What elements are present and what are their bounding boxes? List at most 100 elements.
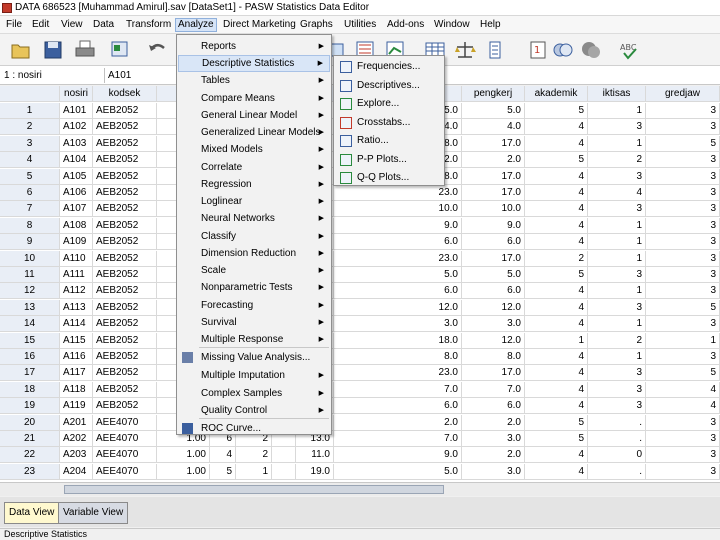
table-cell[interactable]: 17.0: [462, 168, 525, 185]
analyze-menu-item[interactable]: Forecasting ▶: [178, 297, 330, 314]
open-file-icon[interactable]: [10, 39, 32, 61]
column-header[interactable]: nosiri: [60, 86, 93, 102]
show-all-icon[interactable]: [580, 39, 602, 61]
table-cell[interactable]: 10.0: [462, 201, 525, 218]
analyze-menu-item[interactable]: Descriptive Statistics ▶: [178, 55, 330, 72]
table-cell[interactable]: 3: [646, 349, 720, 365]
table-cell[interactable]: AEB2052: [93, 267, 157, 283]
table-cell[interactable]: AEB2052: [93, 217, 157, 234]
table-cell[interactable]: 4: [646, 398, 720, 415]
table-cell[interactable]: 3: [646, 168, 720, 185]
row-header[interactable]: 2: [0, 119, 60, 136]
table-cell[interactable]: 3: [588, 267, 646, 283]
table-cell[interactable]: 4: [525, 349, 588, 365]
row-header[interactable]: 17: [0, 365, 60, 382]
row-header[interactable]: 22: [0, 447, 60, 464]
table-cell[interactable]: 3: [588, 168, 646, 185]
table-cell[interactable]: [272, 447, 296, 464]
table-cell[interactable]: 3.0: [462, 316, 525, 333]
table-cell[interactable]: 3: [646, 250, 720, 267]
table-cell[interactable]: 3: [588, 398, 646, 415]
row-header[interactable]: 13: [0, 299, 60, 316]
analyze-menu-item[interactable]: Multiple Response ▶: [178, 331, 330, 348]
value-labels-icon[interactable]: 1: [528, 39, 550, 61]
row-header[interactable]: 6: [0, 185, 60, 201]
menu-analyze[interactable]: Analyze: [175, 18, 217, 32]
table-cell[interactable]: 4.0: [462, 119, 525, 136]
table-cell[interactable]: 2: [588, 332, 646, 349]
table-cell[interactable]: 4: [525, 217, 588, 234]
analyze-menu-item[interactable]: Dimension Reduction ▶: [178, 245, 330, 262]
table-cell[interactable]: AEB2052: [93, 135, 157, 152]
table-cell[interactable]: AEB2052: [93, 234, 157, 251]
table-cell[interactable]: 5.0: [462, 267, 525, 283]
analyze-menu-item[interactable]: Scale ▶: [178, 262, 330, 279]
table-cell[interactable]: 6.0: [462, 283, 525, 300]
table-cell[interactable]: AEE4070: [93, 431, 157, 447]
table-cell[interactable]: 7.0: [334, 381, 462, 398]
table-cell[interactable]: 2.0: [334, 414, 462, 431]
table-cell[interactable]: 17.0: [462, 250, 525, 267]
table-cell[interactable]: .: [588, 414, 646, 431]
row-header[interactable]: 19: [0, 398, 60, 415]
menu-view[interactable]: View: [59, 18, 85, 32]
table-cell[interactable]: 17.0: [462, 185, 525, 201]
table-cell[interactable]: 3: [588, 365, 646, 382]
table-cell[interactable]: 3.0: [462, 431, 525, 447]
table-cell[interactable]: AEE4070: [93, 463, 157, 480]
table-cell[interactable]: AEB2052: [93, 398, 157, 415]
table-cell[interactable]: 12.0: [334, 299, 462, 316]
table-cell[interactable]: AEB2052: [93, 349, 157, 365]
table-cell[interactable]: 2.0: [462, 414, 525, 431]
table-cell[interactable]: 6.0: [334, 398, 462, 415]
table-cell[interactable]: A103: [60, 135, 93, 152]
table-cell[interactable]: AEB2052: [93, 168, 157, 185]
column-header[interactable]: gredjaw: [646, 86, 720, 102]
use-sets-icon[interactable]: [552, 39, 574, 61]
table-cell[interactable]: A112: [60, 283, 93, 300]
column-header[interactable]: kodsek: [93, 86, 157, 102]
table-cell[interactable]: 18.0: [334, 332, 462, 349]
dialog-recall-icon[interactable]: [110, 39, 132, 61]
table-cell[interactable]: AEB2052: [93, 283, 157, 300]
table-cell[interactable]: 11.0: [296, 447, 334, 464]
table-cell[interactable]: 4: [525, 201, 588, 218]
row-header[interactable]: 3: [0, 135, 60, 152]
analyze-menu-item[interactable]: Loglinear ▶: [178, 193, 330, 210]
table-cell[interactable]: 12.0: [462, 299, 525, 316]
table-cell[interactable]: 3: [588, 201, 646, 218]
row-header[interactable]: 11: [0, 267, 60, 283]
table-cell[interactable]: A203: [60, 447, 93, 464]
table-cell[interactable]: 4: [525, 447, 588, 464]
menu-add-ons[interactable]: Add-ons: [385, 18, 426, 32]
table-cell[interactable]: 5.0: [462, 103, 525, 119]
table-cell[interactable]: 4: [525, 185, 588, 201]
table-cell[interactable]: 3: [588, 381, 646, 398]
table-cell[interactable]: 5: [525, 431, 588, 447]
spell-check-icon[interactable]: ABC: [618, 39, 640, 61]
table-cell[interactable]: 1: [588, 316, 646, 333]
table-cell[interactable]: A102: [60, 119, 93, 136]
table-cell[interactable]: 4: [525, 398, 588, 415]
descriptive-submenu-item[interactable]: Q-Q Plots...: [335, 169, 443, 187]
row-header[interactable]: 12: [0, 283, 60, 300]
row-header[interactable]: 1: [0, 103, 60, 119]
table-cell[interactable]: 5: [646, 365, 720, 382]
table-cell[interactable]: 2: [236, 447, 272, 464]
table-cell[interactable]: 5.0: [334, 463, 462, 480]
save-icon[interactable]: [42, 39, 64, 61]
table-cell[interactable]: A106: [60, 185, 93, 201]
table-cell[interactable]: 3: [646, 234, 720, 251]
table-cell[interactable]: A119: [60, 398, 93, 415]
analyze-menu-item[interactable]: Compare Means ▶: [178, 90, 330, 107]
table-cell[interactable]: 17.0: [462, 365, 525, 382]
descriptive-submenu-item[interactable]: Explore...: [335, 95, 443, 113]
table-cell[interactable]: 23.0: [334, 185, 462, 201]
menu-transform[interactable]: Transform: [124, 18, 173, 32]
analyze-menu-item[interactable]: Mixed Models ▶: [178, 141, 330, 158]
table-cell[interactable]: 1: [588, 103, 646, 119]
table-cell[interactable]: A117: [60, 365, 93, 382]
row-header[interactable]: 5: [0, 168, 60, 185]
table-cell[interactable]: 4: [525, 316, 588, 333]
table-cell[interactable]: A109: [60, 234, 93, 251]
